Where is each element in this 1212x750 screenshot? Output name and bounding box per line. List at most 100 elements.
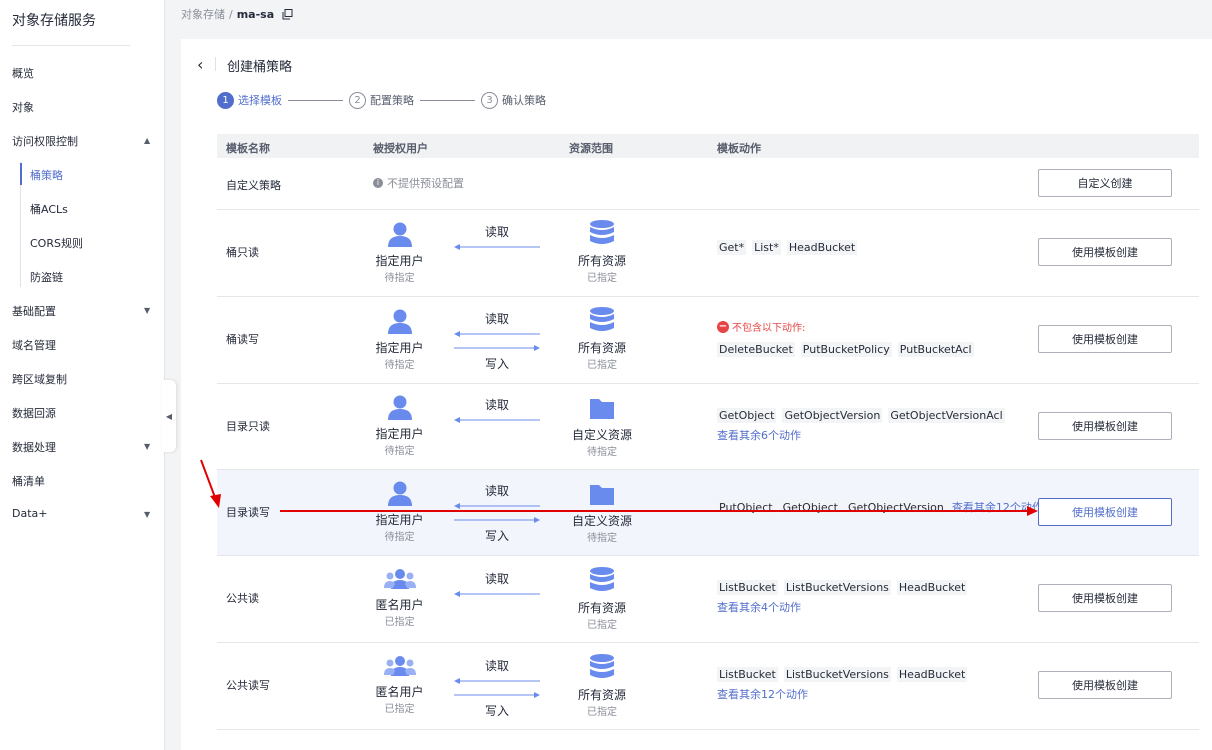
user-icon: [387, 222, 412, 247]
permission-arrows: 读取: [454, 396, 540, 427]
use-template-button[interactable]: 使用模板创建: [1038, 412, 1172, 440]
user-icon: [387, 309, 412, 334]
user-status: 待指定: [384, 273, 415, 284]
sidebar-item-cors[interactable]: CORS规则: [30, 235, 83, 251]
action-tag: GetObjectVersionAcl: [888, 408, 1005, 423]
caret-up-icon: ▲: [144, 136, 151, 145]
sidebar-item-access-control[interactable]: 访问权限控制: [12, 133, 78, 149]
user-group-icon: [383, 569, 416, 589]
resource-name: 所有资源: [577, 341, 626, 355]
use-template-button[interactable]: 使用模板创建: [1038, 671, 1172, 699]
action-tag: List*: [752, 240, 781, 255]
action-tag: GetObjectVersion: [846, 500, 946, 515]
use-template-button[interactable]: 使用模板创建: [1038, 238, 1172, 266]
action-tag: DeleteBucket: [717, 342, 795, 357]
sidebar: 对象存储服务 概览 对象 访问权限控制 ▲ 桶策略 桶ACLs CORS规则 防…: [0, 0, 165, 750]
arrow-left-icon: [454, 678, 540, 684]
resource-name: 所有资源: [577, 601, 626, 615]
template-name: 桶读写: [226, 333, 259, 346]
resource-block: 所有资源 已指定: [567, 653, 637, 718]
sidebar-item-bucket-policy[interactable]: 桶策略: [30, 167, 63, 183]
sidebar-item-inventory[interactable]: 桶清单: [12, 473, 45, 489]
sidebar-item-back-to-source[interactable]: 数据回源: [12, 405, 56, 421]
submenu-active-indicator: [20, 163, 22, 185]
back-button[interactable]: ‹: [197, 55, 203, 74]
minus-circle-icon: −: [717, 320, 729, 333]
use-template-button[interactable]: 使用模板创建: [1038, 325, 1172, 353]
user-block: 指定用户 待指定: [372, 221, 427, 284]
table-row: 自定义策略 i 不提供预设配置 自定义创建: [217, 159, 1199, 210]
action-tag: ListBucket: [717, 580, 778, 595]
action-tag: HeadBucket: [896, 667, 968, 682]
write-label: 写入: [484, 704, 509, 718]
sidebar-item-hotlink[interactable]: 防盗链: [30, 269, 63, 285]
step-3-label: 确认策略: [502, 94, 546, 107]
user-block: 匿名用户 已指定: [372, 654, 427, 715]
template-actions: ListBucket ListBucketVersions HeadBucket 查…: [717, 580, 973, 615]
resource-status: 待指定: [587, 533, 617, 544]
permission-arrows: 读取 写入: [454, 657, 540, 719]
custom-create-button[interactable]: 自定义创建: [1038, 169, 1172, 197]
table-row: 桶读写 指定用户 待指定 读取 写入 所有资源 已指定 − 不包含以下动作: De…: [217, 297, 1199, 384]
table-row: 桶只读 指定用户 待指定 读取 所有资源 已指定 Get* List* HeadBu…: [217, 210, 1199, 297]
user-block: 指定用户 待指定: [372, 394, 427, 457]
sidebar-item-data-plus[interactable]: Data+: [12, 507, 47, 520]
sidebar-item-domain[interactable]: 域名管理: [12, 337, 56, 353]
use-template-button[interactable]: 使用模板创建: [1038, 498, 1172, 526]
sidebar-title: 对象存储服务: [12, 13, 96, 29]
info-icon: i: [373, 178, 383, 188]
use-template-button[interactable]: 使用模板创建: [1038, 584, 1172, 612]
permission-arrows: 读取: [454, 570, 540, 601]
warning-text: 不包含以下动作:: [732, 323, 806, 334]
arrow-left-icon: [454, 331, 540, 337]
sidebar-collapse-button[interactable]: ◀: [162, 380, 176, 452]
read-label: 读取: [484, 572, 509, 586]
view-more-actions-link[interactable]: 查看其余6个动作: [717, 429, 801, 442]
step-1-label: 选择模板: [238, 94, 282, 107]
resource-block: 所有资源 已指定: [567, 219, 637, 284]
step-2-circle: 2: [349, 91, 366, 109]
resource-block: 所有资源 已指定: [567, 566, 637, 631]
resource-block: 自定义资源 待指定: [567, 481, 637, 544]
caret-down-icon: ▼: [144, 510, 151, 519]
view-more-actions-link[interactable]: 查看其余4个动作: [717, 601, 801, 614]
action-tag: HeadBucket: [896, 580, 968, 595]
database-icon: [590, 307, 614, 331]
sidebar-item-basic-config[interactable]: 基础配置: [12, 303, 56, 319]
folder-icon: [590, 399, 614, 419]
action-tag: PutObject: [717, 500, 775, 515]
sidebar-item-bucket-acls[interactable]: 桶ACLs: [30, 201, 68, 217]
breadcrumb-root[interactable]: 对象存储: [181, 6, 225, 22]
user-block: 指定用户 待指定: [372, 480, 427, 543]
user-name: 指定用户: [375, 254, 424, 268]
user-status: 已指定: [384, 617, 415, 628]
permission-arrows: 读取 写入: [454, 482, 540, 544]
resource-status: 待指定: [587, 447, 617, 458]
resource-block: 所有资源 已指定: [567, 306, 637, 371]
action-tag: ListBucketVersions: [783, 580, 891, 595]
copy-icon[interactable]: [282, 8, 293, 20]
excluded-actions-warning: − 不包含以下动作:: [717, 319, 980, 334]
caret-left-icon: ◀: [165, 411, 173, 421]
sidebar-item-overview[interactable]: 概览: [12, 65, 34, 81]
resource-status: 已指定: [587, 620, 617, 631]
view-more-actions-link[interactable]: 查看其余12个动作: [717, 688, 808, 701]
resource-name: 所有资源: [577, 254, 626, 268]
action-tag: GetObjectVersion: [782, 408, 883, 423]
action-tag: ListBucket: [717, 667, 778, 682]
resource-block: 自定义资源 待指定: [567, 395, 637, 458]
sidebar-item-objects[interactable]: 对象: [12, 99, 34, 115]
page-title: 创建桶策略: [227, 60, 293, 75]
database-icon: [590, 220, 614, 244]
write-label: 写入: [484, 529, 509, 543]
arrow-right-icon: [454, 345, 540, 351]
template-name: 公共读: [226, 592, 259, 605]
resource-name: 所有资源: [577, 688, 626, 702]
sidebar-item-data-processing[interactable]: 数据处理: [12, 439, 56, 455]
stepper: 1 选择模板 2 配置策略 3 确认策略: [217, 91, 546, 109]
sidebar-item-replication[interactable]: 跨区域复制: [12, 371, 67, 387]
permission-arrows: 读取: [454, 223, 540, 254]
chevron-left-icon: ‹: [197, 55, 204, 74]
view-more-actions-link[interactable]: 查看其余12个动作: [952, 501, 1043, 514]
resource-status: 已指定: [587, 360, 617, 371]
